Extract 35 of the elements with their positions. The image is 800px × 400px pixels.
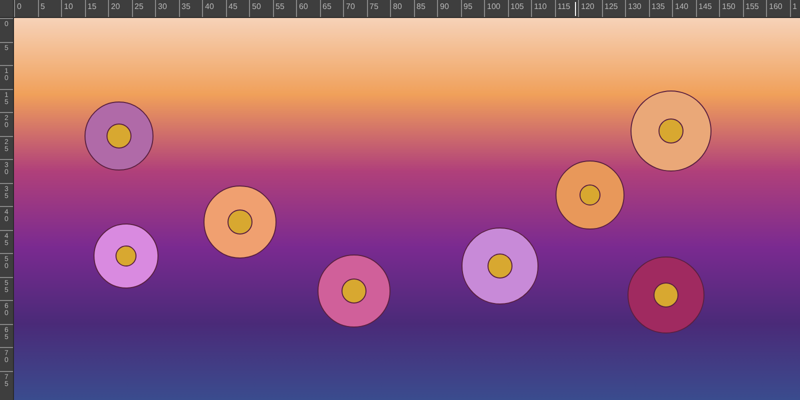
ruler-label: 150 xyxy=(722,3,736,11)
ruler-label: 90 xyxy=(440,3,449,11)
ruler-label: 10 xyxy=(64,3,73,11)
ruler-label: 0 xyxy=(17,3,22,11)
ruler-label: 130 xyxy=(628,3,642,11)
ruler-label: 15 xyxy=(88,3,96,11)
ruler-label: 45 xyxy=(228,3,238,11)
ruler-label: 110 xyxy=(534,3,547,11)
ruler-label: 135 xyxy=(652,3,665,11)
ruler-label: 140 xyxy=(675,3,688,11)
ruler-label: 105 xyxy=(510,3,524,11)
ruler-label: 50 xyxy=(252,3,261,11)
ruler-label: 25 xyxy=(134,3,144,11)
ruler-label: 5 xyxy=(40,3,45,11)
ruler-label: 70 xyxy=(346,3,355,11)
ruler-label: 1 xyxy=(792,3,797,11)
ruler-label: 85 xyxy=(416,3,426,11)
ruler-label: 145 xyxy=(698,3,712,11)
ruler-label: 115 xyxy=(558,3,570,11)
ruler-label: 40 xyxy=(205,3,214,11)
ruler-label: 155 xyxy=(746,3,759,11)
ruler-label: 120 xyxy=(581,3,594,11)
ruler-label: 125 xyxy=(604,3,618,11)
ruler-label: 60 xyxy=(299,3,308,11)
ruler-label: 95 xyxy=(464,3,472,11)
ruler-label: 160 xyxy=(769,3,782,11)
ruler-label: 35 xyxy=(182,3,190,11)
ruler-marker xyxy=(575,2,576,16)
ruler-label: 100 xyxy=(487,3,500,11)
ruler-label: 30 xyxy=(158,3,167,11)
ruler-label: 65 xyxy=(322,3,332,11)
ruler-label: 55 xyxy=(276,3,284,11)
ruler-label: 75 xyxy=(370,3,378,11)
ruler-label: 80 xyxy=(393,3,402,11)
ruler-label: 20 xyxy=(111,3,120,11)
